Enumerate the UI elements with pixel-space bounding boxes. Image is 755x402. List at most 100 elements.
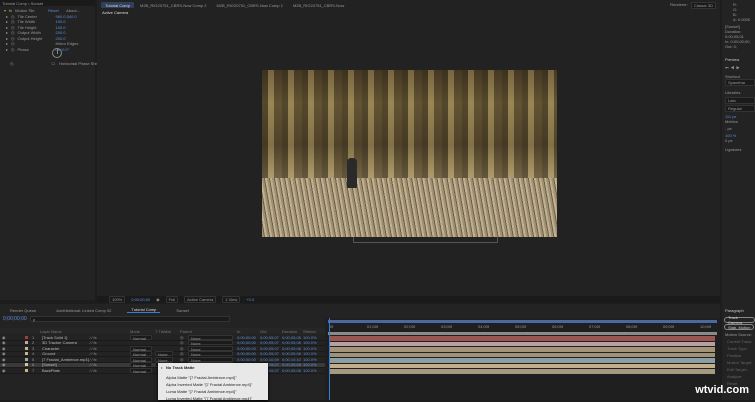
views-select[interactable]: 1 View — [222, 296, 241, 303]
column-header[interactable]: In — [237, 329, 240, 334]
layer-switches[interactable]: ⁄ ⁄ fx — [90, 368, 97, 373]
parent-pick-whip-icon[interactable]: ◎ — [180, 351, 184, 356]
layer-stretch[interactable]: 100.0% — [303, 351, 317, 356]
column-header[interactable]: Out — [260, 329, 266, 334]
work-area-bar[interactable] — [328, 320, 717, 323]
layer-stretch[interactable]: 100.0% — [303, 357, 317, 362]
ligatures-checkbox[interactable]: Ligatures — [725, 147, 755, 152]
fx-icon[interactable]: fx — [9, 8, 12, 13]
label-color-swatch[interactable] — [25, 341, 28, 345]
layer-duration-bar[interactable] — [330, 347, 715, 352]
viewer-tab[interactable]: Tutorial Comp — [101, 2, 134, 8]
tracker-option[interactable]: Motion Target: — [727, 360, 752, 367]
work-area[interactable] — [328, 332, 717, 335]
layer-in[interactable]: 0;00;00;00 — [237, 346, 256, 351]
layer-duration-bar[interactable] — [330, 352, 715, 357]
snapshot-icon[interactable]: ◉ — [156, 297, 160, 302]
column-header[interactable]: Duration — [282, 329, 297, 334]
layer-dur[interactable]: 0;00;10;10 — [282, 357, 301, 362]
collapse-triangle-icon[interactable]: ▾ — [4, 8, 6, 13]
blend-mode-select[interactable]: Normal — [130, 334, 152, 341]
visibility-eye-icon[interactable]: ◉ — [2, 368, 6, 373]
layer-search-input[interactable]: ρ — [30, 316, 230, 322]
timeline-tab[interactable]: Render Queue — [6, 307, 40, 313]
timeline-tab[interactable]: Annihilational: Linked Comp 02 — [52, 307, 115, 313]
layer-name[interactable]: 3D Tracker Camera — [42, 340, 77, 345]
exposure-value[interactable]: +0.0 — [246, 297, 254, 302]
layer-duration-bar[interactable] — [330, 341, 715, 346]
label-color-swatch[interactable] — [25, 363, 28, 367]
expand-triangle-icon[interactable]: ▸ — [6, 47, 8, 52]
phase-dial[interactable] — [52, 48, 62, 58]
layer-dur[interactable]: 0;00;05;08 — [282, 335, 301, 340]
font-family-select[interactable]: Lato — [725, 97, 755, 104]
layer-out[interactable]: 0;00;05;07 — [260, 340, 279, 345]
about-link[interactable]: About... — [66, 8, 80, 13]
layer-stretch[interactable]: 100.0% — [303, 368, 317, 373]
track-camera-button[interactable]: Track Camera — [724, 315, 755, 325]
label-color-swatch[interactable] — [25, 352, 28, 356]
layer-out[interactable]: 0;00;10;09 — [260, 357, 279, 362]
visibility-eye-icon[interactable]: ◉ — [2, 362, 6, 367]
layer-duration-bar[interactable] — [330, 369, 715, 374]
tracker-option[interactable]: Edit Target... — [727, 367, 752, 374]
camera-select[interactable]: Active Camera — [184, 296, 217, 303]
stopwatch-icon[interactable]: ◷ — [10, 61, 14, 66]
track-matte-option[interactable]: Luma Inverted Matte "[7 Fractal Ambience… — [158, 395, 268, 402]
libraries-tab[interactable]: Libraries — [725, 90, 755, 95]
paragraph-header[interactable]: Paragraph — [725, 308, 744, 313]
track-matte-option[interactable]: Alpha Inverted Matte "[7 Fractal Ambienc… — [158, 381, 268, 388]
layer-in[interactable]: 0;00;00;00 — [237, 357, 256, 362]
layer-out[interactable]: 0;00;05;07 — [260, 335, 279, 340]
layer-out[interactable]: 0;00;05;07 — [260, 346, 279, 351]
layer-dur[interactable]: 0;00;05;08 — [282, 351, 301, 356]
viewer-tab[interactable]: M2B_RIG20751_CBRS-Now Comp 1 — [212, 2, 286, 8]
layer-switches[interactable]: ⁄ ⁄ fx — [90, 335, 97, 340]
viewer-tab[interactable]: M2B_RIG20751_CBRS-Now — [289, 2, 348, 8]
track-matte-option[interactable]: Alpha Matte "[7 Fractal Ambience.mp4]" — [158, 374, 268, 381]
visibility-eye-icon[interactable]: ◉ — [2, 335, 6, 340]
baseline-shift[interactable]: 0 px — [725, 138, 755, 143]
parent-pick-whip-icon[interactable]: ◎ — [180, 346, 184, 351]
layer-stretch[interactable]: 100.0% — [303, 346, 317, 351]
tracker-option[interactable]: Position — [727, 353, 752, 360]
preview-controls[interactable]: ⏮◀▶ — [725, 65, 755, 70]
column-header[interactable]: Layer Name — [40, 329, 62, 334]
blend-mode-select[interactable]: Normal — [130, 345, 152, 352]
label-color-swatch[interactable] — [25, 346, 28, 350]
stabilize-motion-button[interactable]: Stab. Motion — [724, 324, 755, 330]
parent-pick-whip-icon[interactable]: ◎ — [180, 357, 184, 362]
blend-mode-select[interactable]: Normal — [130, 356, 152, 363]
timeline-tab[interactable]: Tutorial Comp — [127, 307, 161, 313]
layer-in[interactable]: 0;00;00;00 — [237, 340, 256, 345]
parent-pick-whip-icon[interactable]: ◎ — [180, 340, 184, 345]
blend-mode-select[interactable]: Normal — [130, 362, 152, 368]
parent-select[interactable]: None — [188, 356, 233, 363]
track-matte-option[interactable]: • No Track Matte — [158, 364, 268, 371]
leading[interactable]: Metrics — [725, 119, 755, 124]
label-color-swatch[interactable] — [25, 368, 28, 372]
layer-in[interactable]: 0;00;00;00 — [237, 335, 256, 340]
visibility-eye-icon[interactable]: ◉ — [2, 357, 6, 362]
parent-select[interactable]: None — [188, 345, 233, 352]
shortcut-select[interactable]: Spacebar — [725, 79, 755, 86]
tracker-option[interactable]: Current Track: — [727, 339, 752, 346]
layer-switches[interactable]: ⁄ ⁄ fx — [90, 340, 97, 345]
layer-out[interactable]: 0;00;05;07 — [260, 351, 279, 356]
layer-name[interactable]: [Sunset] — [42, 362, 57, 367]
column-header[interactable]: Mode — [130, 329, 140, 334]
layer-name[interactable]: Ground — [42, 351, 55, 356]
parent-pick-whip-icon[interactable]: ◎ — [180, 335, 184, 340]
timeline-timecode[interactable]: 0;00;00;00 — [3, 316, 27, 322]
track-matte-select[interactable]: None — [155, 356, 173, 363]
track-matte-option[interactable]: Luma Matte "[7 Fractal Ambience.mp4]" — [158, 388, 268, 395]
parent-select[interactable]: None — [188, 334, 233, 341]
composition-image[interactable] — [262, 70, 557, 237]
column-header[interactable]: T TrkMat — [155, 329, 171, 334]
preview-header[interactable]: Preview — [725, 57, 755, 62]
layer-switches[interactable]: ⁄ ⁄ fx — [90, 351, 97, 356]
layer-dur[interactable]: 0;00;05;08 — [282, 368, 301, 373]
horizontal-phase-shift-checkbox[interactable]: ☐ — [52, 61, 56, 66]
track-matte-select[interactable]: None — [155, 351, 173, 357]
zoom-select[interactable]: 100% — [109, 296, 126, 303]
